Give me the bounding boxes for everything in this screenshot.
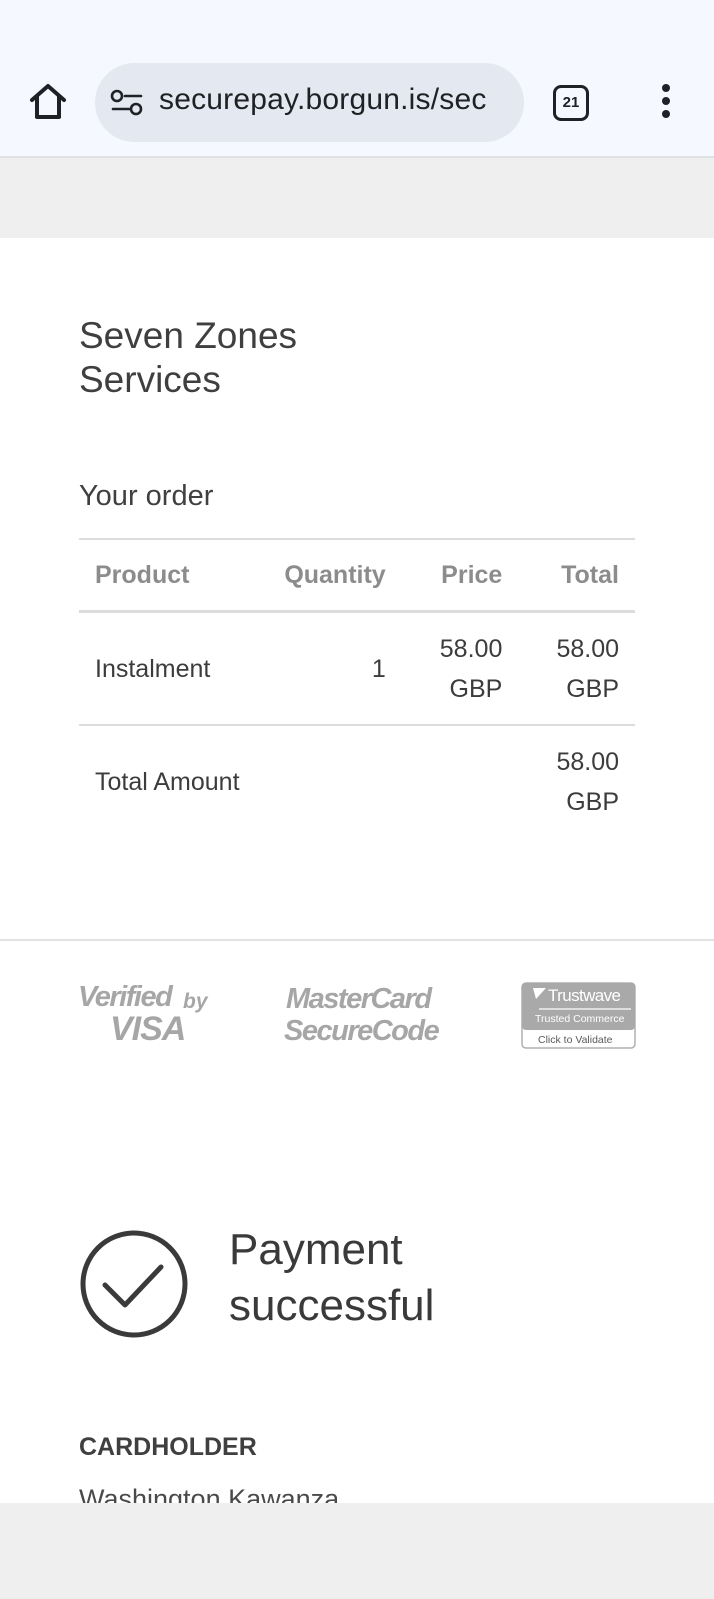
- site-info-icon[interactable]: [110, 89, 144, 117]
- item-quantity: 1: [262, 611, 402, 726]
- payment-page: Seven Zones Services Your order Product …: [0, 238, 714, 1503]
- column-header-quantity: Quantity: [262, 539, 402, 613]
- total-row: Total Amount 58.00 GBP: [79, 725, 635, 837]
- column-header-price: Price: [401, 539, 519, 613]
- table-header-row: Product Quantity Price Total: [79, 539, 635, 613]
- more-menu-icon[interactable]: [652, 84, 680, 124]
- total-amount-value: 58.00 GBP: [556, 747, 619, 816]
- payment-status-message: Payment successful: [229, 1225, 435, 1330]
- svg-text:Click to Validate: Click to Validate: [538, 1034, 613, 1046]
- merchant-name: Seven Zones Services: [79, 315, 298, 400]
- total-amount: 58.00 GBP: [518, 725, 635, 837]
- svg-text:Verified: Verified: [78, 981, 174, 1013]
- total-label: Total Amount: [95, 767, 240, 796]
- item-product: Instalment: [79, 611, 263, 726]
- verified-by-visa-logo: Verified by VISA: [78, 978, 218, 1048]
- order-heading: Your order: [79, 480, 214, 512]
- tab-switcher-button[interactable]: 21: [553, 85, 589, 121]
- order-table: Product Quantity Price Total Instalment …: [79, 538, 635, 837]
- trustwave-badge[interactable]: Trustwave Trusted Commerce Click to Vali…: [521, 982, 636, 1049]
- cardholder-name: Washington Kawanza: [79, 1484, 340, 1503]
- item-price-value: 58.00 GBP: [439, 634, 503, 703]
- svg-text:VISA: VISA: [110, 1010, 185, 1046]
- item-price: 58.00 GBP: [401, 611, 519, 726]
- svg-text:MasterCard: MasterCard: [286, 983, 433, 1015]
- url-text[interactable]: securepay.borgun.is/sec: [159, 83, 487, 117]
- home-icon[interactable]: [26, 80, 70, 124]
- section-divider: [0, 939, 714, 941]
- column-header-product: Product: [79, 539, 263, 613]
- check-circle-icon: [79, 1229, 189, 1339]
- table-row: Instalment 1 58.00 GBP 58.00 GBP: [79, 611, 635, 726]
- svg-text:SecureCode: SecureCode: [284, 1015, 440, 1046]
- address-bar[interactable]: securepay.borgun.is/sec: [95, 63, 524, 142]
- item-total: 58.00 GBP: [518, 611, 635, 726]
- cardholder-label: CARDHOLDER: [79, 1433, 257, 1461]
- svg-text:Trustwave: Trustwave: [548, 986, 621, 1005]
- mastercard-securecode-logo: MasterCard SecureCode: [284, 978, 454, 1047]
- item-total-value: 58.00 GBP: [556, 634, 619, 703]
- browser-toolbar: securepay.borgun.is/sec 21: [0, 0, 714, 158]
- svg-text:Trusted Commerce: Trusted Commerce: [535, 1013, 625, 1025]
- svg-text:by: by: [183, 990, 209, 1013]
- column-header-total: Total: [518, 539, 635, 613]
